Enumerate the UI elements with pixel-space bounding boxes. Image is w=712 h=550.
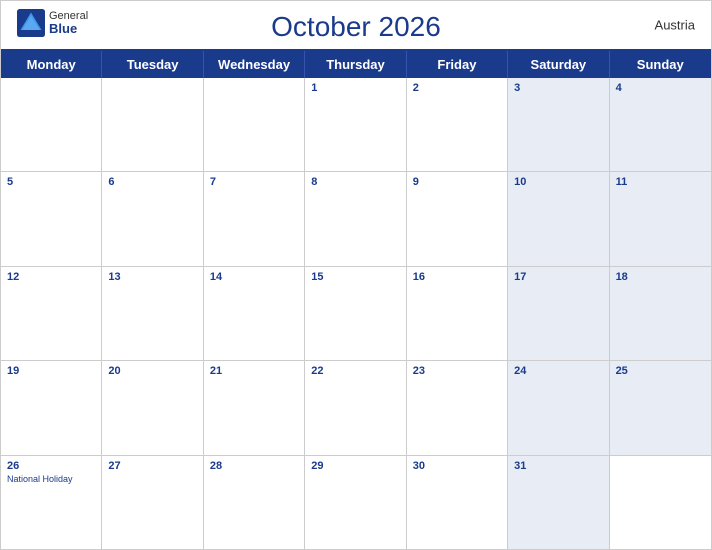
- day-cell-oct2: 2: [407, 78, 508, 171]
- day-cell-w1-wed: [204, 78, 305, 171]
- day-cell-oct15: 15: [305, 267, 406, 360]
- day-cell-w1-tue: [102, 78, 203, 171]
- day-cell-oct13: 13: [102, 267, 203, 360]
- logo-text: General Blue: [49, 10, 88, 36]
- day-cell-oct30: 30: [407, 456, 508, 549]
- day-cell-oct27: 27: [102, 456, 203, 549]
- calendar-header: General Blue October 2026 Austria: [1, 1, 711, 49]
- day-cell-oct1: 1: [305, 78, 406, 171]
- day-cell-oct10: 10: [508, 172, 609, 265]
- day-cell-oct14: 14: [204, 267, 305, 360]
- day-cell-oct26: 26 National Holiday: [1, 456, 102, 549]
- week-row-2: 5 6 7 8 9 10 11: [1, 172, 711, 266]
- header-monday: Monday: [1, 51, 102, 78]
- header-sunday: Sunday: [610, 51, 711, 78]
- header-tuesday: Tuesday: [102, 51, 203, 78]
- day-cell-oct12: 12: [1, 267, 102, 360]
- day-headers: Monday Tuesday Wednesday Thursday Friday…: [1, 51, 711, 78]
- day-cell-oct25: 25: [610, 361, 711, 454]
- day-cell-oct11: 11: [610, 172, 711, 265]
- header-thursday: Thursday: [305, 51, 406, 78]
- day-cell-w1-mon: [1, 78, 102, 171]
- national-holiday-label: National Holiday: [7, 474, 95, 484]
- day-cell-w5-sun: [610, 456, 711, 549]
- country-label: Austria: [655, 18, 695, 33]
- day-cell-oct3: 3: [508, 78, 609, 171]
- day-cell-oct22: 22: [305, 361, 406, 454]
- day-cell-oct6: 6: [102, 172, 203, 265]
- week-row-1: 1 2 3 4: [1, 78, 711, 172]
- week-row-4: 19 20 21 22 23 24 25: [1, 361, 711, 455]
- title-area: October 2026: [271, 11, 441, 43]
- week-row-3: 12 13 14 15 16 17 18: [1, 267, 711, 361]
- day-cell-oct5: 5: [1, 172, 102, 265]
- header-friday: Friday: [407, 51, 508, 78]
- header-wednesday: Wednesday: [204, 51, 305, 78]
- logo-area: General Blue: [17, 9, 88, 37]
- day-cell-oct23: 23: [407, 361, 508, 454]
- calendar-container: General Blue October 2026 Austria Monday…: [0, 0, 712, 550]
- calendar-title: October 2026: [271, 11, 441, 43]
- day-cell-oct8: 8: [305, 172, 406, 265]
- day-cell-oct7: 7: [204, 172, 305, 265]
- day-cell-oct17: 17: [508, 267, 609, 360]
- header-saturday: Saturday: [508, 51, 609, 78]
- weeks-container: 1 2 3 4 5 6 7 8 9 10 11 12 13 14 15 16: [1, 78, 711, 549]
- logo-blue-label: Blue: [49, 22, 88, 36]
- day-cell-oct19: 19: [1, 361, 102, 454]
- day-cell-oct24: 24: [508, 361, 609, 454]
- day-cell-oct20: 20: [102, 361, 203, 454]
- day-cell-oct28: 28: [204, 456, 305, 549]
- day-cell-oct29: 29: [305, 456, 406, 549]
- day-cell-oct21: 21: [204, 361, 305, 454]
- day-cell-oct31: 31: [508, 456, 609, 549]
- generalblue-logo-icon: [17, 9, 45, 37]
- day-cell-oct4: 4: [610, 78, 711, 171]
- day-cell-oct18: 18: [610, 267, 711, 360]
- day-cell-oct16: 16: [407, 267, 508, 360]
- day-cell-oct9: 9: [407, 172, 508, 265]
- calendar-grid: Monday Tuesday Wednesday Thursday Friday…: [1, 49, 711, 549]
- week-row-5: 26 National Holiday 27 28 29 30 31: [1, 456, 711, 549]
